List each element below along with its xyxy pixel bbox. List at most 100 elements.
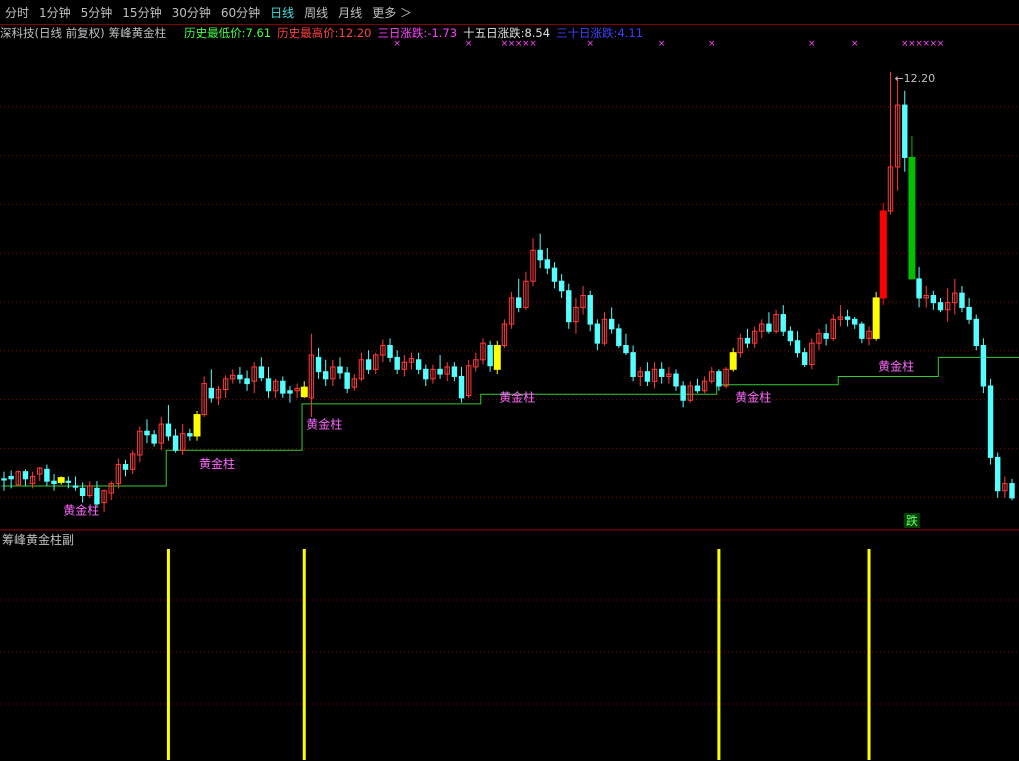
candle-body — [94, 487, 100, 505]
candle-body — [423, 368, 429, 380]
candle-body — [558, 280, 565, 292]
candle-body — [930, 295, 937, 304]
star-marker: × — [465, 39, 473, 49]
fall-badge-label: 跌 — [906, 513, 918, 528]
candle-body — [365, 359, 372, 370]
candle-body — [859, 323, 865, 339]
candle-body — [879, 210, 887, 299]
candle-body — [516, 297, 522, 308]
kline-chart: 黄金柱黄金柱黄金柱黄金柱黄金柱黄金柱×××××××××××××××××××←12… — [0, 39, 1019, 760]
candle-body — [280, 380, 286, 394]
candle-body — [300, 386, 308, 398]
candle-body — [122, 464, 129, 470]
candle-body — [57, 477, 65, 483]
sub-indicator-bar — [302, 549, 306, 760]
candle-body — [787, 330, 794, 342]
candle-body — [187, 433, 193, 437]
candle-body — [208, 387, 215, 399]
candle-body — [844, 316, 851, 320]
candle-body — [237, 374, 243, 380]
candle-body — [22, 471, 29, 480]
candle-body — [872, 297, 880, 339]
candle-body — [916, 278, 922, 299]
gold-pillar-label: 黄金柱 — [199, 456, 235, 471]
candle-body — [594, 323, 601, 344]
candle-body — [623, 345, 629, 354]
sub-indicator-bar — [867, 549, 871, 760]
candle-body — [322, 371, 329, 380]
star-marker: × — [393, 39, 401, 49]
candle-body — [566, 290, 572, 323]
candle-body — [780, 314, 786, 332]
candle-body — [973, 318, 979, 347]
star-marker: × — [708, 39, 716, 49]
gold-pillar-label: 黄金柱 — [499, 389, 535, 404]
candle-body — [1009, 483, 1015, 499]
candle-body — [980, 345, 987, 387]
candle-body — [616, 328, 622, 347]
candle-body — [680, 385, 686, 401]
candle-body — [716, 371, 722, 387]
candle-body — [44, 468, 50, 482]
candle-body — [72, 485, 79, 488]
candle-body — [801, 352, 808, 366]
candle-body — [994, 456, 1001, 492]
candle-body — [987, 385, 994, 458]
sub-indicator-bar — [166, 549, 170, 760]
candle-body — [959, 292, 965, 308]
candle-body — [165, 423, 172, 437]
support-line — [1, 356, 1019, 487]
candle-body — [587, 295, 593, 325]
gold-pillar-label: 黄金柱 — [306, 417, 342, 432]
candle-body — [244, 378, 250, 385]
candle-body — [658, 368, 665, 377]
star-marker: × — [658, 39, 666, 49]
candle-body — [551, 267, 558, 282]
candle-body — [744, 337, 751, 344]
candle-body — [544, 259, 551, 269]
candle-body — [673, 373, 679, 387]
candle-body — [902, 104, 908, 158]
candle-body — [151, 434, 157, 444]
candle-body — [437, 368, 443, 375]
candle-body — [193, 414, 201, 437]
candle-body — [729, 352, 737, 370]
candle-body — [487, 345, 493, 367]
candle-body — [493, 345, 501, 370]
star-marker: × — [529, 39, 537, 49]
candle-body — [65, 480, 72, 483]
candle-body — [344, 372, 350, 389]
candle-body — [287, 390, 293, 394]
candle-body — [265, 378, 272, 392]
candle-body — [823, 333, 829, 339]
candle-body — [608, 318, 615, 330]
candle-body — [394, 356, 400, 370]
star-marker: × — [808, 39, 816, 49]
candle-body — [387, 345, 393, 358]
candle-body — [337, 366, 343, 374]
candle-body — [8, 475, 14, 480]
candle-body — [315, 356, 322, 373]
candle-body — [51, 480, 57, 485]
high-price-marker: ←12.20 — [894, 72, 935, 85]
candle-body — [766, 323, 772, 332]
candle-body — [1, 478, 7, 481]
candle-body — [258, 366, 265, 379]
candle-body — [172, 435, 179, 451]
candle-body — [415, 359, 422, 370]
sub-indicator-title: 筹峰黄金柱副 — [2, 533, 75, 547]
candle-body — [852, 318, 858, 325]
candle-body — [937, 302, 944, 311]
candle-body — [451, 366, 458, 377]
candle-body — [694, 385, 701, 392]
candle-body — [966, 306, 972, 320]
candle-body — [908, 156, 916, 280]
gold-pillar-label: 黄金柱 — [735, 389, 771, 404]
candle-body — [644, 371, 651, 382]
candle-body — [537, 249, 543, 261]
candle-body — [79, 487, 86, 496]
star-marker: × — [937, 39, 945, 49]
sub-indicator-bar — [717, 549, 721, 760]
candle-body — [630, 352, 636, 377]
candle-body — [794, 340, 801, 354]
